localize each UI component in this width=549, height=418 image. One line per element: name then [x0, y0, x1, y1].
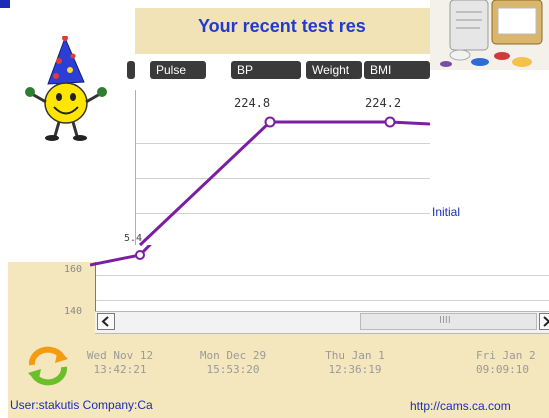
- date-time: 15:53:20: [206, 363, 260, 376]
- x-axis-date: Fri Jan 2 09:09:10: [449, 349, 549, 377]
- scroll-right-button[interactable]: [539, 313, 549, 330]
- x-axis-date: Wed Nov 12 13:42:21: [70, 349, 170, 377]
- chevron-right-icon: [543, 316, 549, 327]
- date-day: Fri Jan 2: [476, 349, 536, 362]
- partial-data-label: 5.4: [124, 233, 143, 244]
- date-time: 12:36:19: [328, 363, 382, 376]
- chart-gridline: [96, 300, 549, 301]
- scroll-left-button[interactable]: [97, 313, 115, 330]
- data-label: 224.2: [365, 96, 402, 110]
- page-title: Your recent test res: [198, 16, 366, 36]
- scroll-thumb[interactable]: IIII: [360, 313, 537, 330]
- tab-pulse[interactable]: Pulse: [150, 61, 206, 79]
- medication-bottles-image: [430, 0, 549, 70]
- chart-point: [384, 116, 396, 128]
- x-axis-date: Thu Jan 1 12:36:19: [305, 349, 405, 377]
- y-tick-label: 140: [64, 306, 83, 317]
- tab-bmi[interactable]: BMI: [364, 61, 430, 79]
- tab-weight[interactable]: Weight: [306, 61, 362, 79]
- date-time: 13:42:21: [93, 363, 147, 376]
- chevron-left-icon: [101, 316, 109, 327]
- footer-user-info: User:stakutis Company:Ca: [10, 398, 153, 412]
- chart-point: [264, 116, 276, 128]
- refresh-arrows-icon[interactable]: [24, 345, 72, 387]
- footer-url-link[interactable]: http://cams.ca.com: [410, 399, 511, 413]
- y-tick-label: 160: [64, 264, 83, 275]
- scroll-thumb-grip: IIII: [439, 315, 451, 326]
- chart-gridline: [96, 275, 549, 276]
- initial-link[interactable]: Initial: [432, 205, 460, 219]
- date-day: Wed Nov 12: [86, 349, 154, 362]
- tab-fragment[interactable]: [127, 61, 135, 79]
- date-day: Mon Dec 29: [199, 349, 267, 362]
- date-day: Thu Jan 1: [325, 349, 385, 362]
- tab-bp[interactable]: BP: [231, 61, 301, 79]
- chart-series-line: [138, 116, 430, 247]
- window-edge-fragment: [0, 0, 10, 8]
- data-label: 224.8: [234, 96, 271, 110]
- x-axis-date: Mon Dec 29 15:53:20: [183, 349, 283, 377]
- date-time: 09:09:10: [476, 363, 529, 376]
